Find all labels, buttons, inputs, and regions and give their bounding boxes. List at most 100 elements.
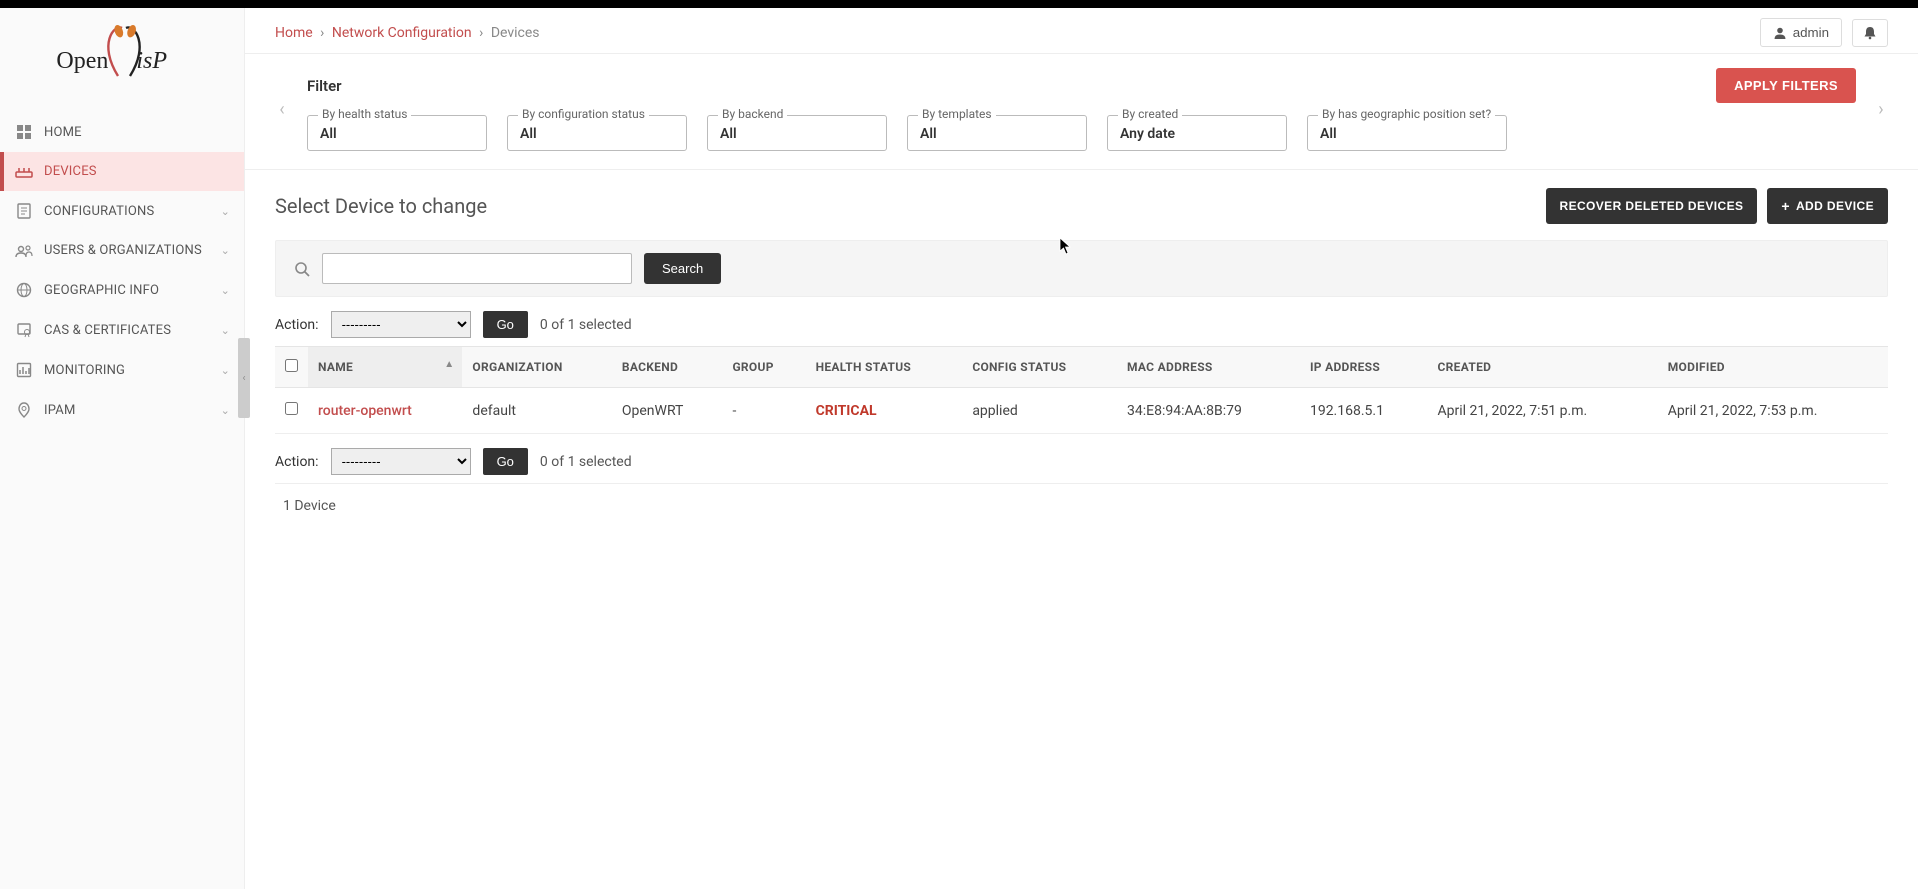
sidebar-item-certs[interactable]: CAS & CERTIFICATES ⌄	[0, 310, 244, 350]
cell-backend: OpenWRT	[612, 388, 723, 434]
svg-text:Open: Open	[56, 48, 108, 74]
breadcrumb-sep: ›	[479, 25, 483, 41]
user-icon	[1773, 26, 1787, 40]
col-name[interactable]: NAME ▲	[308, 347, 462, 388]
filter-geo-position[interactable]: By has geographic position set? All	[1307, 115, 1507, 151]
filter-scroll-left[interactable]: ‹	[275, 99, 289, 120]
device-icon	[14, 165, 34, 179]
sidebar-collapse-handle[interactable]: ‹	[238, 338, 250, 418]
action-select[interactable]: ---------	[331, 448, 471, 475]
filter-bar: ‹ Filter APPLY FILTERS By health status …	[245, 54, 1918, 170]
dashboard-icon	[14, 124, 34, 140]
user-menu-button[interactable]: admin	[1760, 18, 1842, 47]
sidebar-item-label: DEVICES	[44, 164, 97, 179]
sidebar-item-label: GEOGRAPHIC INFO	[44, 283, 159, 298]
action-row-bottom: Action: --------- Go 0 of 1 selected	[275, 448, 1888, 475]
sidebar-item-label: USERS & ORGANIZATIONS	[44, 243, 202, 258]
app-root: Open isP HOME DEVICES CONFIGURATIONS ⌄	[0, 8, 1918, 889]
filter-health-status[interactable]: By health status All	[307, 115, 487, 151]
sidebar-item-users[interactable]: USERS & ORGANIZATIONS ⌄	[0, 231, 244, 270]
filter-scroll-right[interactable]: ›	[1874, 99, 1888, 120]
cell-group: -	[722, 388, 805, 434]
chevron-down-icon: ⌄	[221, 284, 230, 297]
add-device-button[interactable]: + ADD DEVICE	[1767, 188, 1888, 224]
filter-legend: By templates	[918, 107, 996, 121]
sidebar-item-geographic[interactable]: GEOGRAPHIC INFO ⌄	[0, 270, 244, 310]
search-input[interactable]	[322, 253, 632, 284]
filter-config-status[interactable]: By configuration status All	[507, 115, 687, 151]
breadcrumb-sep: ›	[320, 25, 324, 41]
filter-legend: By created	[1118, 107, 1182, 121]
ipam-icon	[14, 402, 34, 418]
filter-created[interactable]: By created Any date	[1107, 115, 1287, 151]
svg-text:isP: isP	[136, 48, 167, 74]
search-bar: Search	[275, 240, 1888, 297]
bell-icon	[1863, 26, 1877, 40]
notifications-button[interactable]	[1852, 19, 1888, 47]
col-created[interactable]: CREATED	[1428, 347, 1658, 388]
chevron-down-icon: ⌄	[221, 364, 230, 377]
config-icon	[14, 203, 34, 219]
filter-value: All	[520, 126, 537, 142]
col-health[interactable]: HEALTH STATUS	[806, 347, 963, 388]
filter-value: All	[720, 126, 737, 142]
sidebar-item-label: CONFIGURATIONS	[44, 204, 154, 219]
breadcrumb-home[interactable]: Home	[275, 25, 313, 41]
monitor-icon	[14, 362, 34, 378]
col-organization[interactable]: ORGANIZATION	[462, 347, 611, 388]
sidebar-item-devices[interactable]: DEVICES	[0, 152, 244, 191]
sidebar-item-label: CAS & CERTIFICATES	[44, 323, 171, 338]
device-name-link[interactable]: router-openwrt	[318, 403, 412, 419]
action-row-top: Action: --------- Go 0 of 1 selected	[275, 311, 1888, 338]
go-button[interactable]: Go	[483, 448, 528, 475]
select-all-checkbox[interactable]	[285, 359, 298, 372]
logo: Open isP	[0, 8, 244, 112]
chevron-down-icon: ⌄	[221, 244, 230, 257]
col-modified[interactable]: MODIFIED	[1658, 347, 1888, 388]
device-table: NAME ▲ ORGANIZATION BACKEND GROUP HEALTH…	[275, 346, 1888, 434]
col-group[interactable]: GROUP	[722, 347, 805, 388]
action-select[interactable]: ---------	[331, 311, 471, 338]
filter-row: By health status All By configuration st…	[307, 115, 1856, 151]
breadcrumb: Home › Network Configuration › Devices	[275, 25, 540, 41]
filter-value: Any date	[1120, 126, 1175, 142]
breadcrumb-section[interactable]: Network Configuration	[332, 25, 472, 41]
col-backend[interactable]: BACKEND	[612, 347, 723, 388]
window-top-border	[0, 0, 1918, 8]
action-label: Action:	[275, 317, 319, 333]
sidebar-item-label: HOME	[44, 125, 82, 140]
filter-legend: By backend	[718, 107, 787, 121]
users-icon	[14, 244, 34, 258]
selection-count: 0 of 1 selected	[540, 454, 632, 470]
filter-templates[interactable]: By templates All	[907, 115, 1087, 151]
col-config[interactable]: CONFIG STATUS	[962, 347, 1117, 388]
list-actions: RECOVER DELETED DEVICES + ADD DEVICE	[1546, 188, 1889, 224]
filter-backend[interactable]: By backend All	[707, 115, 887, 151]
cell-modified: April 21, 2022, 7:53 p.m.	[1658, 388, 1888, 434]
sidebar-item-ipam[interactable]: IPAM ⌄	[0, 390, 244, 430]
sidebar-item-label: IPAM	[44, 403, 76, 418]
row-checkbox[interactable]	[285, 402, 298, 415]
go-button[interactable]: Go	[483, 311, 528, 338]
apply-filters-button[interactable]: APPLY FILTERS	[1716, 68, 1856, 103]
result-count: 1 Device	[275, 483, 1888, 528]
filter-legend: By health status	[318, 107, 411, 121]
sidebar-item-home[interactable]: HOME	[0, 112, 244, 152]
col-mac[interactable]: MAC ADDRESS	[1117, 347, 1300, 388]
chevron-down-icon: ⌄	[221, 205, 230, 218]
chevron-down-icon: ⌄	[221, 324, 230, 337]
main-content: Home › Network Configuration › Devices a…	[245, 8, 1918, 889]
sidebar: Open isP HOME DEVICES CONFIGURATIONS ⌄	[0, 8, 245, 889]
sidebar-item-configurations[interactable]: CONFIGURATIONS ⌄	[0, 191, 244, 231]
filter-value: All	[320, 126, 337, 142]
sidebar-item-monitoring[interactable]: MONITORING ⌄	[0, 350, 244, 390]
page-title: Select Device to change	[275, 194, 487, 218]
cell-mac: 34:E8:94:AA:8B:79	[1117, 388, 1300, 434]
cell-health-status: CRITICAL	[816, 403, 877, 419]
search-button[interactable]: Search	[644, 253, 721, 284]
table-row: router-openwrt default OpenWRT - CRITICA…	[275, 388, 1888, 434]
selection-count: 0 of 1 selected	[540, 317, 632, 333]
col-ip[interactable]: IP ADDRESS	[1300, 347, 1428, 388]
add-device-label: ADD DEVICE	[1796, 199, 1874, 213]
recover-deleted-button[interactable]: RECOVER DELETED DEVICES	[1546, 188, 1758, 224]
